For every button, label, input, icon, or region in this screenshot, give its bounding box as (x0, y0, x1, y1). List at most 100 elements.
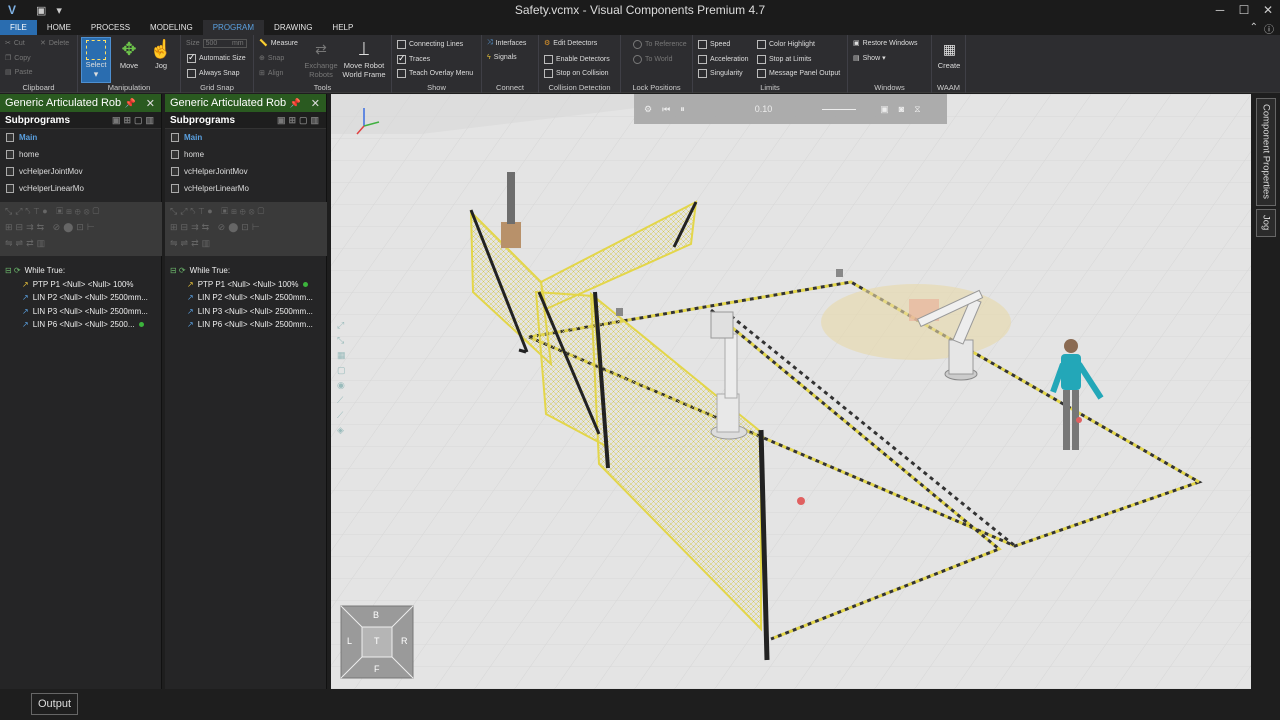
stop-at-limits-checkbox[interactable]: Stop at Limits (757, 55, 811, 64)
tree-root[interactable]: ⊟ ⟳ While True: (165, 264, 327, 278)
info-icon[interactable]: ⓘ (1264, 21, 1274, 36)
align-button[interactable]: ⊞ Align (259, 69, 283, 78)
render-mode-icon[interactable]: ◉ (337, 380, 346, 391)
pin-icon[interactable]: 📌 (290, 98, 301, 109)
navcube-left[interactable]: L (347, 636, 352, 646)
list-item[interactable]: vcHelperLinearMo (0, 180, 161, 197)
tab-modeling[interactable]: MODELING (140, 20, 203, 35)
automatic-size-checkbox[interactable]: Automatic Size (187, 52, 246, 63)
reset-button[interactable]: ⏮ (662, 104, 670, 115)
quick-access-dropdown-icon[interactable]: ▾ (56, 4, 62, 17)
panel-header[interactable]: Generic Articulated Rob 📌 ✕ (165, 94, 326, 112)
teach-overlay-menu-checkbox[interactable]: Teach Overlay Menu (397, 69, 473, 78)
list-item[interactable]: Main (0, 129, 161, 146)
message-panel-output-checkbox[interactable]: Message Panel Output (757, 69, 840, 78)
view-grid-icon[interactable]: ▦ (337, 350, 346, 361)
delete-button[interactable]: ✕ Delete (40, 39, 69, 48)
navcube-front[interactable]: F (374, 664, 380, 674)
close-icon[interactable]: ✕ (311, 97, 320, 110)
measure-button[interactable]: 📏 Measure (259, 39, 298, 48)
speed-checkbox[interactable]: Speed (698, 40, 730, 49)
table-row[interactable]: ↗ PTP P1 <Null> <Null> 100% (165, 278, 327, 292)
minimize-button[interactable]: ─ (1208, 0, 1232, 20)
exchange-robots-button[interactable]: ⇄ Exchange Robots (304, 37, 338, 80)
tab-component-properties[interactable]: Component Properties (1256, 98, 1276, 206)
color-highlight-checkbox[interactable]: Color Highlight (757, 40, 815, 49)
statement-icons-row[interactable]: ⤡⤢⤣⊤● ▣⊞⊕⊗▢ (5, 206, 157, 222)
pin-icon[interactable]: 📌 (125, 98, 136, 109)
save-icon[interactable]: ▣ (36, 4, 46, 17)
table-row[interactable]: ↗ LIN P6 <Null> <Null> 2500mm... (165, 318, 327, 332)
statement-icons-row[interactable]: ⇋⇌⇄▥ (170, 238, 322, 254)
table-row[interactable]: ↗ PTP P1 <Null> <Null> 100% (0, 278, 162, 292)
statement-icons-row[interactable]: ⊞⊟⇉⇆ ⊘⬤⊡⊢ (5, 222, 157, 238)
zoom-fit-icon[interactable]: ⤢ (337, 320, 346, 331)
record-icon[interactable]: ▣ (880, 104, 889, 115)
navcube-top[interactable]: T (374, 636, 380, 646)
tree-root[interactable]: ⊟ ⟳ While True: (0, 264, 162, 278)
show-windows-dropdown[interactable]: ▤ Show ▾ (853, 54, 886, 62)
move-robot-world-frame-button[interactable]: ⟘ Move Robot World Frame (342, 37, 386, 80)
measure-view-icon[interactable]: ⟋ (337, 410, 346, 421)
connecting-lines-checkbox[interactable]: Connecting Lines (397, 40, 463, 49)
restore-windows-button[interactable]: ▣ Restore Windows (853, 39, 917, 48)
edit-detectors-button[interactable]: ⚙ Edit Detectors (544, 39, 597, 48)
traces-checkbox[interactable]: Traces (397, 53, 430, 64)
statistics-icon[interactable]: ⧖ (914, 104, 920, 115)
tab-home[interactable]: HOME (37, 20, 81, 35)
move-button[interactable]: ✥ Move (116, 37, 142, 71)
table-row[interactable]: ↗ LIN P6 <Null> <Null> 2500... (0, 318, 162, 332)
statement-icons-row[interactable]: ⤡⤢⤣⊤● ▣⊞⊕⊗▢ (170, 206, 322, 222)
app-logo-icon[interactable]: V (8, 3, 26, 17)
navcube-back[interactable]: B (373, 610, 379, 620)
tab-drawing[interactable]: DRAWING (264, 20, 322, 35)
3d-viewport[interactable]: B L T R F ⤢ ⤡ ▦ ▢ ◉ ⟋ ⟋ ◈ ⚙ ⏮ ⏸ 0.10 ▣ ◙… (331, 94, 1251, 689)
jog-button[interactable]: ☝ Jog (148, 37, 174, 71)
play-button[interactable]: ⏸ (680, 104, 685, 115)
cut-button[interactable]: ✂ Cut (5, 39, 25, 48)
speed-slider[interactable] (822, 108, 857, 110)
snap-button[interactable]: ⊕ Snap (259, 54, 284, 63)
to-world-radio[interactable]: To World (633, 55, 673, 64)
maximize-button[interactable]: ☐ (1232, 0, 1256, 20)
perspective-icon[interactable]: ▢ (337, 365, 346, 376)
tab-process[interactable]: PROCESS (81, 20, 140, 35)
subprogram-tools-icon[interactable]: ▣⊞▢▥ (277, 115, 322, 126)
list-item[interactable]: Main (165, 129, 326, 146)
zoom-selected-icon[interactable]: ⤡ (337, 335, 346, 346)
list-item[interactable]: vcHelperLinearMo (165, 180, 326, 197)
output-button[interactable]: Output (31, 693, 79, 715)
enable-detectors-checkbox[interactable]: Enable Detectors (544, 55, 610, 64)
table-row[interactable]: ↗ LIN P3 <Null> <Null> 2500mm... (165, 305, 327, 319)
always-snap-checkbox[interactable]: Always Snap (187, 69, 239, 78)
table-row[interactable]: ↗ LIN P3 <Null> <Null> 2500mm... (0, 305, 162, 319)
signals-button[interactable]: ϟ Signals (487, 54, 517, 61)
interfaces-button[interactable]: ⤨ Interfaces (487, 39, 526, 47)
close-icon[interactable]: ✕ (146, 97, 155, 110)
tab-help[interactable]: HELP (322, 20, 363, 35)
to-reference-radio[interactable]: To Reference (633, 40, 687, 49)
paste-button[interactable]: ▤ Paste (5, 68, 33, 77)
statement-icons-row[interactable]: ⇋⇌⇄▥ (5, 238, 157, 254)
acceleration-checkbox[interactable]: Acceleration (698, 55, 749, 64)
statement-icons-row[interactable]: ⊞⊟⇉⇆ ⊘⬤⊡⊢ (170, 222, 322, 238)
tab-file[interactable]: FILE (0, 20, 37, 35)
navcube-right[interactable]: R (401, 636, 408, 646)
tab-jog[interactable]: Jog (1256, 209, 1276, 237)
subprogram-tools-icon[interactable]: ▣⊞▢▥ (112, 115, 157, 126)
table-row[interactable]: ↗ LIN P2 <Null> <Null> 2500mm... (0, 291, 162, 305)
table-row[interactable]: ↗ LIN P2 <Null> <Null> 2500mm... (165, 291, 327, 305)
stop-on-collision-checkbox[interactable]: Stop on Collision (544, 69, 609, 78)
singularity-checkbox[interactable]: Singularity (698, 69, 743, 78)
list-item[interactable]: vcHelperJointMov (165, 163, 326, 180)
create-button[interactable]: ▦ Create (936, 37, 962, 71)
selection-filter-icon[interactable]: ⟋ (337, 395, 346, 406)
copy-button[interactable]: ❐ Copy (5, 54, 31, 63)
settings-icon[interactable]: ⚙ (644, 104, 652, 115)
select-button[interactable]: Select ▾ (81, 37, 111, 83)
camera-icon[interactable]: ◙ (899, 104, 904, 114)
panel-header[interactable]: Generic Articulated Rob 📌 ✕ (0, 94, 161, 112)
grid-size-field[interactable]: Size 500 mm (186, 39, 247, 48)
collapse-ribbon-icon[interactable]: ⌃ (1250, 22, 1258, 33)
list-item[interactable]: vcHelperJointMov (0, 163, 161, 180)
